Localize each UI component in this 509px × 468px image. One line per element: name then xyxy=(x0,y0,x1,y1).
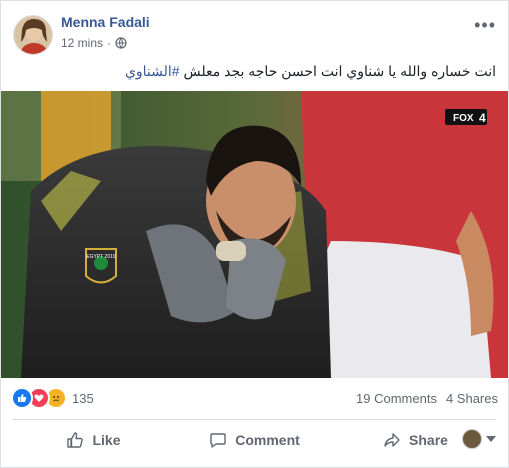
author-avatar[interactable] xyxy=(13,15,53,55)
engagement-stats: 19 Comments 4 Shares xyxy=(356,391,498,406)
avatar-image xyxy=(14,16,52,54)
reaction-summary[interactable]: 135 xyxy=(11,387,94,409)
shares-count[interactable]: 4 Shares xyxy=(446,391,498,406)
globe-icon[interactable] xyxy=(115,37,127,49)
like-icon xyxy=(11,387,33,409)
goalkeeper-photo: EGYPT 2019 FOX 4 xyxy=(1,91,508,378)
more-options-icon[interactable]: ••• xyxy=(474,15,496,36)
reaction-identity-selector[interactable] xyxy=(462,429,496,449)
chevron-down-icon xyxy=(486,436,496,442)
post-meta: 12 mins · xyxy=(61,36,127,50)
page-avatar xyxy=(462,429,482,449)
divider xyxy=(13,419,496,420)
share-label: Share xyxy=(409,432,448,448)
timestamp[interactable]: 12 mins xyxy=(61,36,103,50)
post-header: Menna Fadali 12 mins · ••• xyxy=(13,11,498,59)
comment-button[interactable]: Comment xyxy=(174,431,335,449)
caption-hashtag[interactable]: #الشناوي xyxy=(125,63,180,79)
action-bar: Like Comment Share xyxy=(13,423,496,457)
team-crest-icon: EGYPT 2019 xyxy=(85,248,117,284)
comment-label: Comment xyxy=(235,432,300,448)
caption-text: انت خساره والله يا شناوي انت احسن حاجه ب… xyxy=(179,63,496,79)
photo-badge-label: FOX xyxy=(453,113,474,124)
like-button[interactable]: Like xyxy=(13,431,174,449)
thumbs-up-icon xyxy=(67,432,84,448)
reaction-count[interactable]: 135 xyxy=(72,391,94,406)
comment-icon xyxy=(210,433,226,448)
photo-badge-number: 4 xyxy=(479,111,486,125)
like-label: Like xyxy=(92,432,121,448)
comments-count[interactable]: 19 Comments xyxy=(356,391,437,406)
jersey-text: EGYPT 2019 xyxy=(86,254,116,260)
share-arrow-icon xyxy=(384,433,400,447)
author-name[interactable]: Menna Fadali xyxy=(61,14,150,30)
fox-sports-logo: FOX 4 xyxy=(445,109,487,125)
post-caption: انت خساره والله يا شناوي انت احسن حاجه ب… xyxy=(16,61,496,81)
post-card: Menna Fadali 12 mins · ••• انت خساره وال… xyxy=(0,0,509,468)
post-photo[interactable]: EGYPT 2019 FOX 4 xyxy=(1,91,508,378)
